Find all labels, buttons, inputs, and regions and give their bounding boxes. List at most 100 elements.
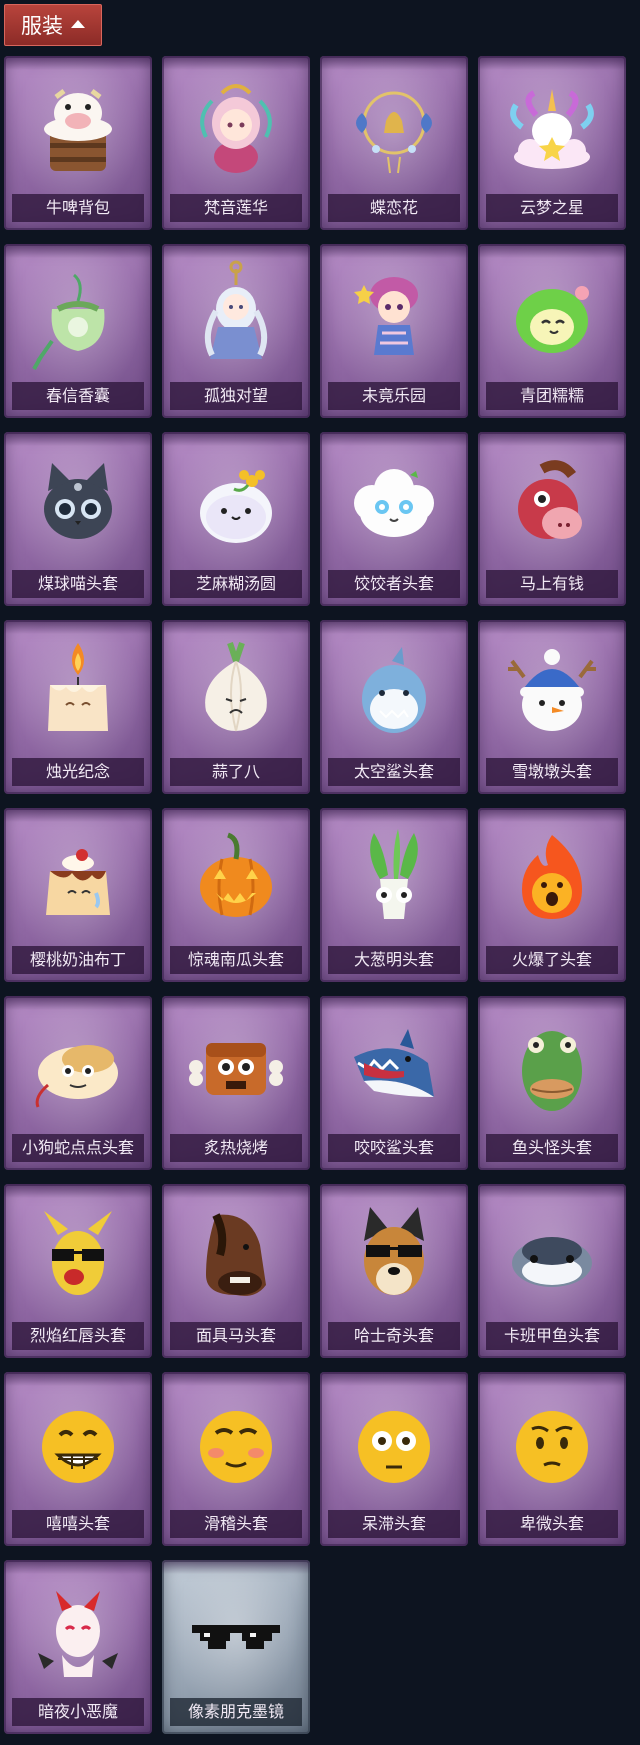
humble-emoji-icon	[478, 1384, 626, 1502]
lotus-doll-icon	[162, 68, 310, 186]
pumpkin-icon	[162, 820, 310, 938]
outfit-card[interactable]: 牛啤背包	[4, 56, 152, 230]
snowman-icon	[478, 632, 626, 750]
outfit-card-label: 马上有钱	[486, 570, 618, 598]
space-shark-icon	[320, 632, 468, 750]
husky-icon	[320, 1196, 468, 1314]
cloud-dumpling-icon	[320, 444, 468, 562]
biting-shark-icon	[320, 1008, 468, 1126]
outfit-card-label: 大葱明头套	[328, 946, 460, 974]
outfit-card[interactable]: 芝麻糊汤圆	[162, 432, 310, 606]
flame-icon	[478, 820, 626, 938]
outfit-card[interactable]: 大葱明头套	[320, 808, 468, 982]
outfit-card-label: 蝶恋花	[328, 194, 460, 222]
outfit-card[interactable]: 像素朋克墨镜	[162, 1560, 310, 1734]
outfit-card[interactable]: 小狗蛇点点头套	[4, 996, 152, 1170]
little-devil-icon	[4, 1572, 152, 1690]
fish-head-icon	[478, 1008, 626, 1126]
outfit-card-label: 小狗蛇点点头套	[12, 1134, 144, 1162]
outfit-card[interactable]: 咬咬鲨头套	[320, 996, 468, 1170]
outfit-card[interactable]: 面具马头套	[162, 1184, 310, 1358]
scallion-icon	[320, 820, 468, 938]
outfit-card-label: 樱桃奶油布丁	[12, 946, 144, 974]
outfit-card-label: 烛光纪念	[12, 758, 144, 786]
outfit-card[interactable]: 惊魂南瓜头套	[162, 808, 310, 982]
outfit-card-label: 牛啤背包	[12, 194, 144, 222]
outfit-card-label: 炙热烧烤	[170, 1134, 302, 1162]
outfit-card-label: 蒜了八	[170, 758, 302, 786]
garlic-icon	[162, 632, 310, 750]
outfit-card[interactable]: 饺饺者头套	[320, 432, 468, 606]
outfit-card[interactable]: 烈焰红唇头套	[4, 1184, 152, 1358]
pudding-icon	[4, 820, 152, 938]
outfit-card[interactable]: 樱桃奶油布丁	[4, 808, 152, 982]
outfit-card[interactable]: 孤独对望	[162, 244, 310, 418]
outfit-card[interactable]: 雪墩墩头套	[478, 620, 626, 794]
outfit-card-label: 鱼头怪头套	[486, 1134, 618, 1162]
outfit-card-label: 饺饺者头套	[328, 570, 460, 598]
section-title: 服装	[21, 14, 63, 38]
outfit-card[interactable]: 烛光纪念	[4, 620, 152, 794]
outfit-card[interactable]: 火爆了头套	[478, 808, 626, 982]
butterfly-bell-icon	[320, 68, 468, 186]
outfit-card-label: 孤独对望	[170, 382, 302, 410]
outfit-card-label: 咬咬鲨头套	[328, 1134, 460, 1162]
outfit-card[interactable]: 太空鲨头套	[320, 620, 468, 794]
silly-emoji-icon	[162, 1384, 310, 1502]
outfit-card-label: 青团糯糯	[486, 382, 618, 410]
stunned-emoji-icon	[320, 1384, 468, 1502]
candle-icon	[4, 632, 152, 750]
red-horse-icon	[478, 444, 626, 562]
outfit-section-toggle[interactable]: 服装	[4, 4, 102, 46]
outfit-card-label: 滑稽头套	[170, 1510, 302, 1538]
outfit-card-label: 云梦之星	[486, 194, 618, 222]
outfit-card[interactable]: 卑微头套	[478, 1372, 626, 1546]
outfit-card-label: 烈焰红唇头套	[12, 1322, 144, 1350]
outfit-card[interactable]: 马上有钱	[478, 432, 626, 606]
outfit-card[interactable]: 蝶恋花	[320, 56, 468, 230]
outfit-card[interactable]: 云梦之星	[478, 56, 626, 230]
outfit-card[interactable]: 卡班甲鱼头套	[478, 1184, 626, 1358]
outfit-card-label: 雪墩墩头套	[486, 758, 618, 786]
outfit-card[interactable]: 鱼头怪头套	[478, 996, 626, 1170]
outfit-card[interactable]: 梵音莲华	[162, 56, 310, 230]
outfit-card[interactable]: 煤球喵头套	[4, 432, 152, 606]
outfit-card-label: 卑微头套	[486, 1510, 618, 1538]
outfit-card-label: 卡班甲鱼头套	[486, 1322, 618, 1350]
outfit-card-label: 火爆了头套	[486, 946, 618, 974]
cow-beer-backpack-icon	[4, 68, 152, 186]
outfit-card[interactable]: 呆滞头套	[320, 1372, 468, 1546]
outfit-card[interactable]: 滑稽头套	[162, 1372, 310, 1546]
outfit-card[interactable]: 哈士奇头套	[320, 1184, 468, 1358]
outfit-card[interactable]: 蒜了八	[162, 620, 310, 794]
outfit-card-label: 春信香囊	[12, 382, 144, 410]
outfit-card-label: 暗夜小恶魔	[12, 1698, 144, 1726]
dog-snake-icon	[4, 1008, 152, 1126]
outfit-card-label: 呆滞头套	[328, 1510, 460, 1538]
unicorn-cloud-icon	[478, 68, 626, 186]
keychain-doll-icon	[162, 256, 310, 374]
outfit-card-label: 面具马头套	[170, 1322, 302, 1350]
outfit-card-label: 芝麻糊汤圆	[170, 570, 302, 598]
horse-mask-icon	[162, 1196, 310, 1314]
outfit-card[interactable]: 未竟乐园	[320, 244, 468, 418]
black-cat-head-icon	[4, 444, 152, 562]
outfit-card[interactable]: 青团糯糯	[478, 244, 626, 418]
outfit-card-label: 太空鲨头套	[328, 758, 460, 786]
green-dumpling-icon	[478, 256, 626, 374]
pixel-sunglasses-icon	[162, 1572, 310, 1690]
grin-emoji-icon	[4, 1384, 152, 1502]
rice-ball-icon	[162, 444, 310, 562]
outfit-card-label: 哈士奇头套	[328, 1322, 460, 1350]
outfit-card-label: 梵音莲华	[170, 194, 302, 222]
yellow-sunglasses-icon	[4, 1196, 152, 1314]
outfit-card[interactable]: 嘻嘻头套	[4, 1372, 152, 1546]
sachet-icon	[4, 256, 152, 374]
outfit-card[interactable]: 春信香囊	[4, 244, 152, 418]
outfit-card[interactable]: 暗夜小恶魔	[4, 1560, 152, 1734]
armored-fish-icon	[478, 1196, 626, 1314]
sausage-icon	[162, 1008, 310, 1126]
outfit-card-label: 煤球喵头套	[12, 570, 144, 598]
outfit-card[interactable]: 炙热烧烤	[162, 996, 310, 1170]
outfit-grid: 牛啤背包 梵音莲华 蝶恋花 云梦之星春信香囊 孤独对望 未竟乐园 青团糯糯煤球喵头套 芝麻糊汤…	[4, 56, 626, 1734]
